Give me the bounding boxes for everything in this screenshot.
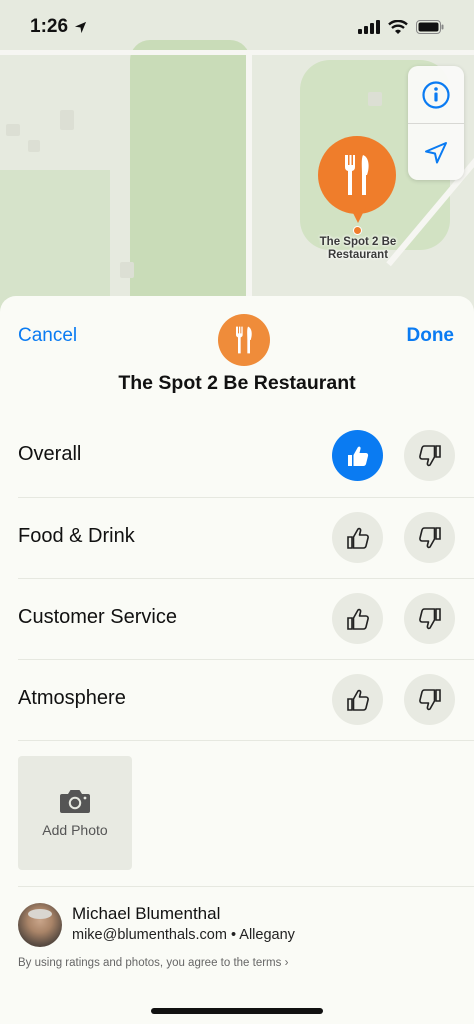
add-photo-button[interactable]: Add Photo <box>18 756 132 870</box>
signal-icon <box>358 20 380 34</box>
rating-label: Food & Drink <box>18 525 135 547</box>
thumbs-up-button[interactable] <box>332 512 383 563</box>
done-button[interactable]: Done <box>407 325 455 347</box>
thumbs-down-button[interactable] <box>404 430 455 481</box>
place-title: The Spot 2 Be Restaurant <box>118 372 356 394</box>
thumbs-up-button[interactable] <box>332 593 383 644</box>
thumbs-up-button[interactable] <box>332 674 383 725</box>
fork-knife-icon <box>235 326 252 354</box>
current-location-button[interactable] <box>408 124 464 181</box>
thumbs-down-button[interactable] <box>404 512 455 563</box>
terms-link[interactable]: By using ratings and photos, you agree t… <box>18 957 288 969</box>
thumbs-up-icon <box>346 527 369 549</box>
rating-row-atmosphere: Atmosphere <box>18 659 474 740</box>
cancel-button[interactable]: Cancel <box>18 325 77 347</box>
pin-label: The Spot 2 Be Restaurant <box>319 236 397 261</box>
map-view[interactable]: 1:26 The Spot 2 Be Restaurant <box>0 0 474 320</box>
home-indicator[interactable] <box>151 1008 323 1014</box>
info-icon <box>422 80 450 109</box>
rating-row-customer-service: Customer Service <box>18 578 474 659</box>
thumbs-down-icon <box>418 444 441 466</box>
rating-row-food-drink: Food & Drink <box>18 497 474 578</box>
sheet-header: Cancel Done The Spot 2 Be Restaurant <box>0 296 474 416</box>
rating-label: Overall <box>18 443 82 465</box>
location-arrow-icon <box>425 141 447 163</box>
avatar <box>18 903 62 947</box>
photo-section: Add Photo <box>18 740 474 886</box>
thumbs-up-icon <box>346 608 369 630</box>
status-bar: 1:26 <box>0 0 474 54</box>
battery-icon <box>416 20 444 34</box>
status-time: 1:26 <box>30 16 69 37</box>
user-name: Michael Blumenthal <box>72 904 221 923</box>
thumbs-up-icon <box>347 446 368 466</box>
thumbs-down-button[interactable] <box>404 674 455 725</box>
add-photo-label: Add Photo <box>42 822 108 838</box>
rating-label: Customer Service <box>18 606 177 628</box>
thumbs-down-icon <box>418 607 441 629</box>
thumbs-down-button[interactable] <box>404 593 455 644</box>
rating-row-overall: Overall <box>18 416 474 497</box>
map-controls <box>408 66 464 180</box>
rating-label: Atmosphere <box>18 687 126 709</box>
thumbs-down-icon <box>418 526 441 548</box>
fork-knife-icon <box>344 155 369 195</box>
camera-icon <box>60 790 90 813</box>
location-arrow-icon <box>74 21 87 33</box>
wifi-icon <box>388 19 408 34</box>
user-section: Michael Blumenthal mike@blumenthals.com … <box>18 886 474 982</box>
info-button[interactable] <box>408 66 464 123</box>
thumbs-down-icon <box>418 688 441 710</box>
thumbs-up-icon <box>346 689 369 711</box>
pin-tail <box>350 207 366 223</box>
rating-sheet: Cancel Done The Spot 2 Be Restaurant Ove… <box>0 296 474 1024</box>
restaurant-map-pin[interactable] <box>318 136 396 214</box>
restaurant-icon <box>218 314 270 366</box>
thumbs-up-button[interactable] <box>332 430 383 481</box>
user-meta: mike@blumenthals.com • Allegany <box>72 927 295 943</box>
pin-dot <box>353 226 362 235</box>
